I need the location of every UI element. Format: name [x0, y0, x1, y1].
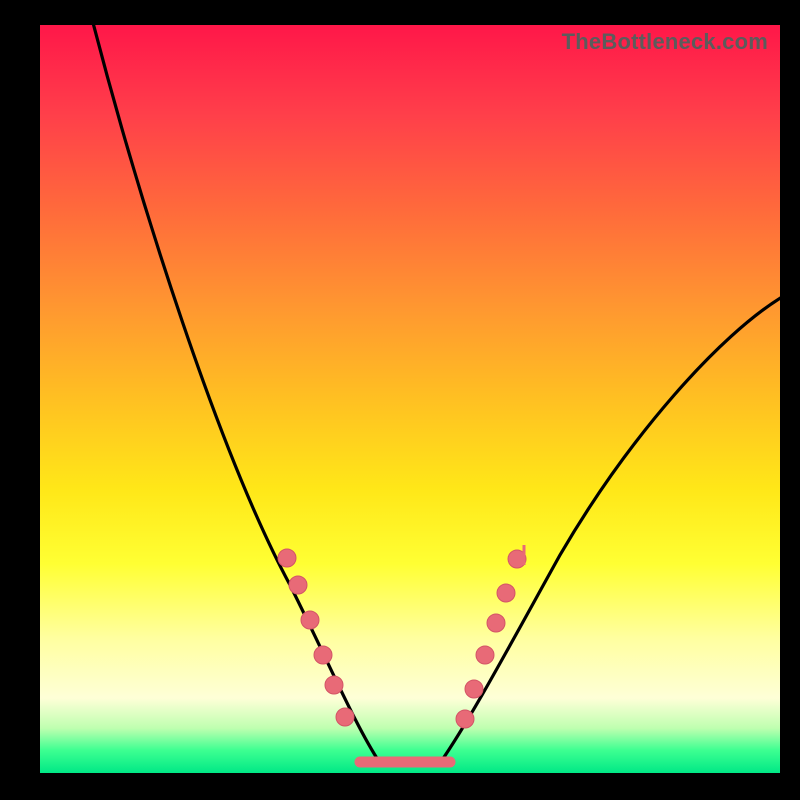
- marker-left-2: [289, 576, 307, 594]
- marker-right-4: [487, 614, 505, 632]
- marker-left-1: [278, 549, 296, 567]
- marker-right-3: [476, 646, 494, 664]
- marker-left-5: [325, 676, 343, 694]
- marker-right-2: [465, 680, 483, 698]
- bottleneck-curve: [91, 25, 780, 763]
- marker-right-5: [497, 584, 515, 602]
- plot-area: TheBottleneck.com: [40, 25, 780, 773]
- chart-frame: TheBottleneck.com: [0, 0, 800, 800]
- marker-right-1: [456, 710, 474, 728]
- marker-left-3: [301, 611, 319, 629]
- curve-svg: [40, 25, 780, 773]
- marker-left-4: [314, 646, 332, 664]
- marker-left-6: [336, 708, 354, 726]
